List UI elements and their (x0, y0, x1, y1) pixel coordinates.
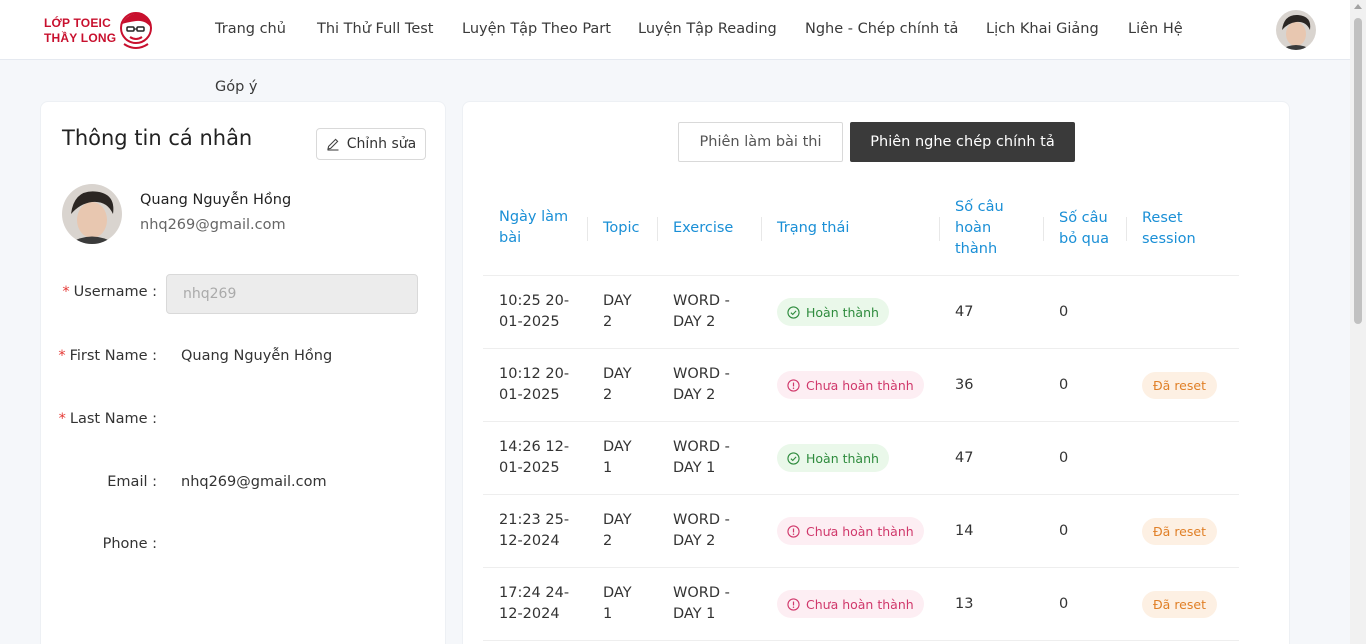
first-name-value: Quang Nguyễn Hồng (181, 348, 333, 364)
cell-topic: DAY 2 (603, 293, 632, 330)
user-avatar-icon (1276, 10, 1316, 50)
cell-date: 10:12 20- 01-2025 (499, 366, 570, 403)
page-scrollbar[interactable] (1350, 0, 1366, 644)
phone-label: Phone : (102, 536, 157, 552)
first-name-label: * First Name : (58, 348, 157, 364)
top-navbar: LỚP TOEIC THẦY LONG Trang chủ Thi Thử Fu… (0, 0, 1350, 95)
column-divider (939, 217, 940, 241)
status-badge: Hoàn thành (777, 444, 889, 472)
cell-exercise: WORD - DAY 1 (673, 439, 730, 476)
exclamation-circle-icon (787, 597, 800, 611)
scroll-thumb[interactable] (1354, 18, 1362, 324)
cell-exercise: WORD - DAY 2 (673, 293, 730, 330)
table-row: 21:23 25- 12-2024 DAY 2 WORD - DAY 2 Chưa hoàn… (483, 495, 1239, 568)
logo-text-line1: LỚP TOEIC (44, 16, 111, 30)
column-header-skipped[interactable]: Số câu bỏ qua (1059, 208, 1109, 250)
scroll-up-arrow-icon[interactable] (1354, 4, 1362, 9)
table-row: 10:25 20- 01-2025 DAY 2 WORD - DAY 2 Hoàn thàn… (483, 276, 1239, 349)
tab-exam-sessions[interactable]: Phiên làm bài thi (678, 122, 843, 162)
nav-item-full-test[interactable]: Thi Thử Full Test (317, 21, 434, 37)
reset-badge: Đã reset (1142, 518, 1217, 545)
profile-card: Thông tin cá nhân Chỉnh sửa Quang Nguyễn… (40, 101, 446, 644)
cell-completed: 47 (955, 304, 974, 320)
cell-date: 10:25 20- 01-2025 (499, 293, 570, 330)
cell-completed: 36 (955, 377, 974, 393)
column-header-completed[interactable]: Số câu hoàn thành (955, 197, 1004, 260)
reset-badge: Đã reset (1142, 372, 1217, 399)
logo-text-line2: THẦY LONG (44, 31, 117, 45)
column-header-status[interactable]: Trạng thái (777, 218, 849, 239)
cell-completed: 47 (955, 450, 974, 466)
column-header-topic[interactable]: Topic (603, 218, 639, 239)
edit-profile-label: Chỉnh sửa (346, 136, 417, 152)
table-row: 14:26 12- 01-2025 DAY 1 WORD - DAY 1 Hoàn thàn… (483, 422, 1239, 495)
cell-topic: DAY 1 (603, 585, 632, 622)
column-divider (657, 217, 658, 241)
profile-title: Thông tin cá nhân (62, 126, 253, 150)
username-label: * Username : (62, 284, 157, 300)
profile-avatar (62, 184, 122, 244)
reset-badge: Đã reset (1142, 591, 1217, 618)
teacher-caricature-icon (120, 12, 152, 49)
username-field[interactable]: nhq269 (166, 274, 418, 314)
cell-exercise: WORD - DAY 2 (673, 512, 730, 549)
profile-avatar-icon (62, 184, 122, 244)
exclamation-circle-icon (787, 378, 800, 392)
pencil-icon (327, 138, 339, 151)
nav-item-feedback[interactable]: Góp ý (215, 79, 258, 95)
profile-email: nhq269@gmail.com (140, 217, 286, 233)
status-badge: Chưa hoàn thành (777, 371, 924, 399)
exclamation-circle-icon (787, 524, 800, 538)
cell-topic: DAY 2 (603, 512, 632, 549)
site-logo[interactable]: LỚP TOEIC THẦY LONG (40, 10, 160, 52)
edit-profile-button[interactable]: Chỉnh sửa (316, 128, 426, 160)
nav-item-practice-part[interactable]: Luyện Tập Theo Part (462, 21, 611, 37)
cell-skipped: 0 (1059, 523, 1069, 539)
cell-exercise: WORD - DAY 2 (673, 366, 730, 403)
column-divider (1043, 217, 1044, 241)
table-row: 17:24 24- 12-2024 DAY 1 WORD - DAY 1 Chưa hoàn… (483, 568, 1239, 641)
nav-item-schedule[interactable]: Lịch Khai Giảng (986, 21, 1099, 37)
cell-date: 21:23 25- 12-2024 (499, 512, 570, 549)
cell-skipped: 0 (1059, 304, 1069, 320)
profile-name: Quang Nguyễn Hồng (140, 192, 292, 208)
nav-item-contact[interactable]: Liên Hệ (1128, 21, 1183, 37)
column-header-reset[interactable]: Reset session (1142, 208, 1196, 250)
cell-topic: DAY 2 (603, 366, 632, 403)
email-label: Email : (107, 474, 157, 490)
column-divider (587, 217, 588, 241)
nav-item-dictation[interactable]: Nghe - Chép chính tả (805, 21, 958, 37)
cell-completed: 14 (955, 523, 974, 539)
cell-completed: 13 (955, 596, 974, 612)
column-header-exercise[interactable]: Exercise (673, 218, 733, 239)
check-circle-icon (787, 305, 800, 319)
user-avatar[interactable] (1276, 10, 1316, 50)
column-divider (761, 217, 762, 241)
nav-item-practice-reading[interactable]: Luyện Tập Reading (638, 21, 777, 37)
table-row: 10:12 20- 01-2025 DAY 2 WORD - DAY 2 Chưa hoàn… (483, 349, 1239, 422)
check-circle-icon (787, 451, 800, 465)
cell-skipped: 0 (1059, 377, 1069, 393)
logo-text: LỚP TOEIC THẦY LONG (44, 16, 116, 46)
status-badge: Chưa hoàn thành (777, 517, 924, 545)
tab-dictation-sessions[interactable]: Phiên nghe chép chính tả (850, 122, 1075, 162)
cell-date: 14:26 12- 01-2025 (499, 439, 570, 476)
column-header-date[interactable]: Ngày làm bài (499, 207, 568, 249)
cell-topic: DAY 1 (603, 439, 632, 476)
status-badge: Chưa hoàn thành (777, 590, 924, 618)
cell-exercise: WORD - DAY 1 (673, 585, 730, 622)
last-name-label: * Last Name : (58, 411, 157, 427)
column-divider (1126, 217, 1127, 241)
cell-skipped: 0 (1059, 450, 1069, 466)
sessions-card: Phiên làm bài thi Phiên nghe chép chính … (462, 101, 1290, 644)
cell-date: 17:24 24- 12-2024 (499, 585, 570, 622)
status-badge: Hoàn thành (777, 298, 889, 326)
nav-item-home[interactable]: Trang chủ (215, 21, 286, 37)
email-value: nhq269@gmail.com (181, 474, 327, 490)
cell-skipped: 0 (1059, 596, 1069, 612)
